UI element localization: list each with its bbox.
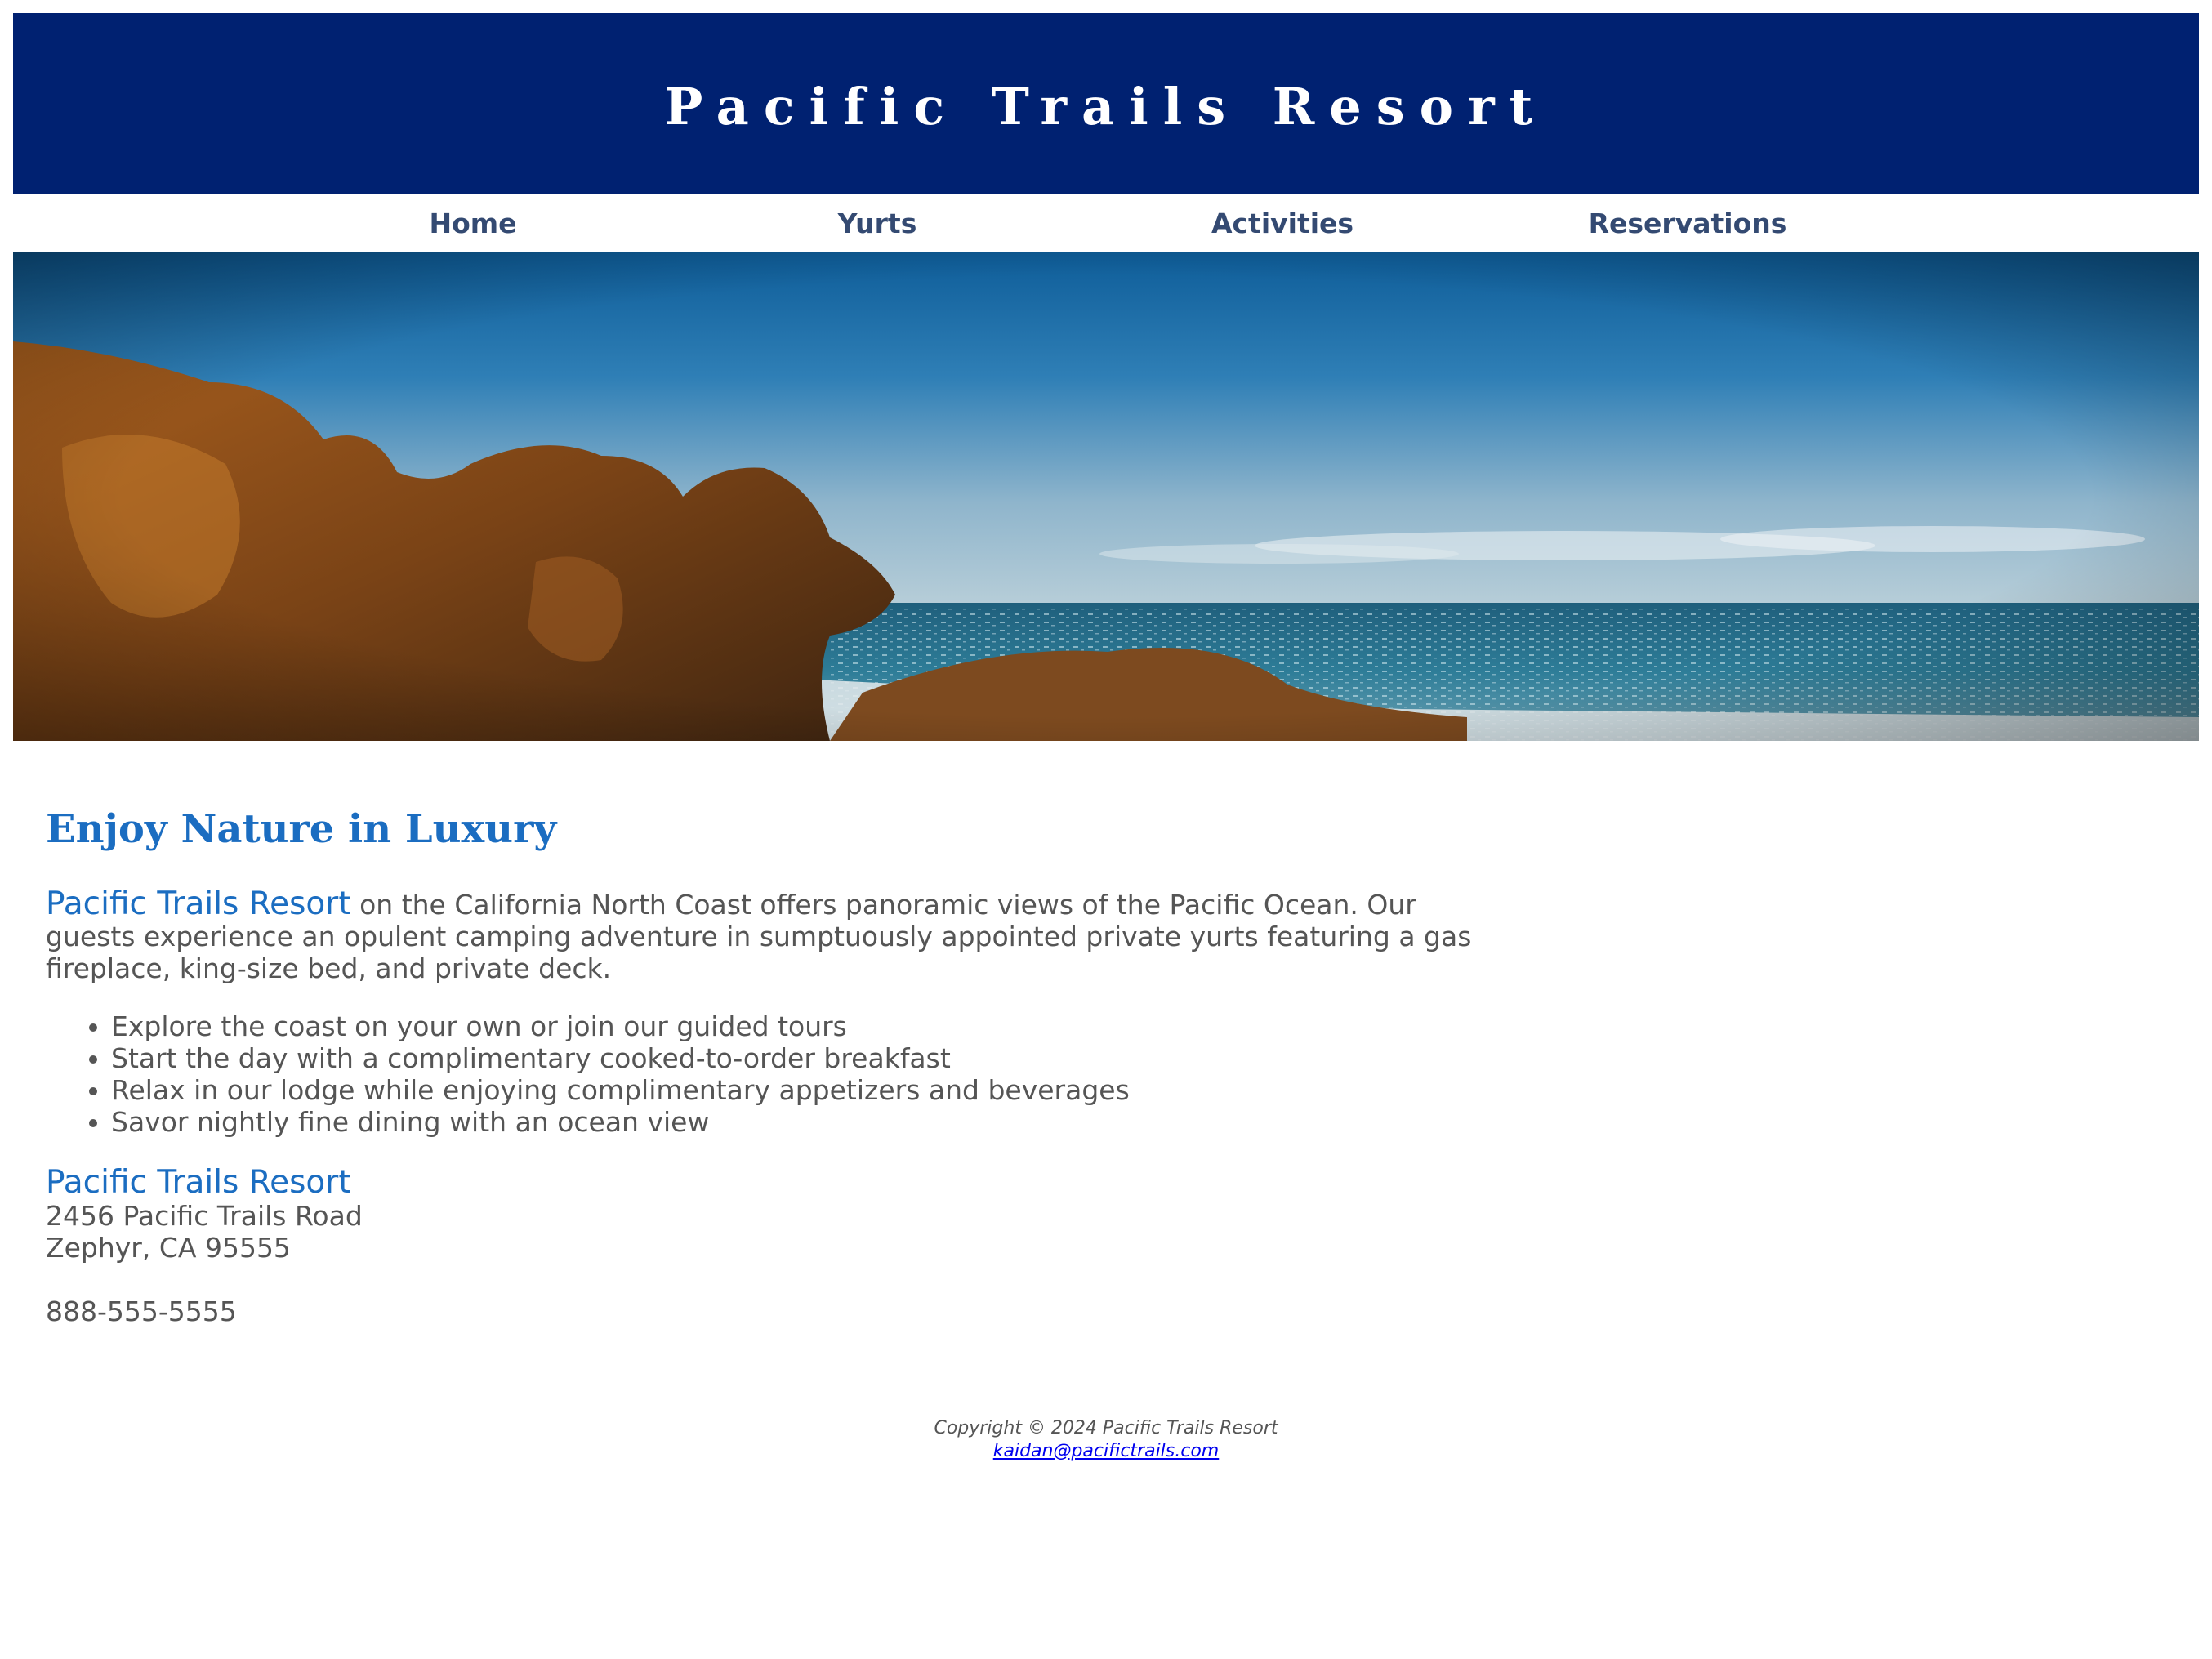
- copyright-text: Copyright © 2024 Pacific Trails Resort: [934, 1417, 1278, 1438]
- contact-address: Pacific Trails Resort 2456 Pacific Trail…: [46, 1163, 1483, 1327]
- resort-name-highlight: Pacific Trails Resort: [46, 885, 351, 922]
- list-item: Relax in our lodge while enjoying compli…: [111, 1074, 1483, 1106]
- email-link[interactable]: kaidan@pacifictrails.com: [993, 1441, 1220, 1461]
- page-headline: Enjoy Nature in Luxury: [46, 806, 557, 852]
- nav-item-home[interactable]: Home: [429, 194, 516, 252]
- nav-item-yurts[interactable]: Yurts: [838, 194, 917, 252]
- list-item: Explore the coast on your own or join ou…: [111, 1010, 1483, 1042]
- nav-item-reservations[interactable]: Reservations: [1589, 194, 1787, 252]
- list-item: Start the day with a complimentary cooke…: [111, 1042, 1483, 1074]
- intro-paragraph: Pacific Trails Resort on the California …: [46, 888, 1483, 984]
- phone-number: 888-555-5555: [46, 1295, 237, 1327]
- main-nav: Home Yurts Activities Reservations: [13, 194, 2199, 252]
- site-title: Pacific Trails Resort: [664, 76, 1548, 136]
- main-content: Enjoy Nature in Luxury Pacific Trails Re…: [13, 806, 1483, 1327]
- site-footer: Copyright © 2024 Pacific Trails Resort k…: [13, 1417, 2199, 1463]
- nav-item-activities[interactable]: Activities: [1211, 194, 1354, 252]
- feature-list: Explore the coast on your own or join ou…: [46, 1010, 1483, 1138]
- street-address: 2456 Pacific Trails Road: [46, 1199, 363, 1232]
- page: Pacific Trails Resort Home Yurts Activit…: [13, 13, 2199, 1463]
- contact-resort-name: Pacific Trails Resort: [46, 1163, 351, 1201]
- city-state-zip: Zephyr, CA 95555: [46, 1231, 291, 1264]
- list-item: Savor nightly fine dining with an ocean …: [111, 1106, 1483, 1138]
- hero-image-coastline: [13, 252, 2199, 741]
- site-header: Pacific Trails Resort: [13, 13, 2199, 194]
